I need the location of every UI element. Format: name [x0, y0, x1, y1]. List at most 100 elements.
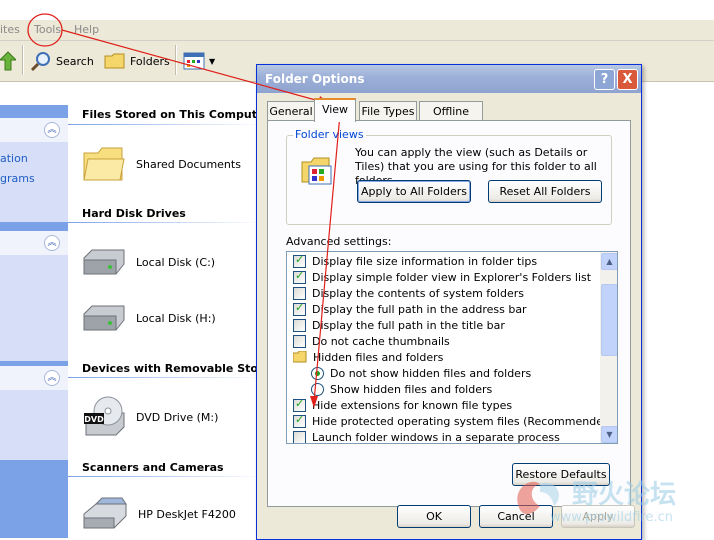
local-disk-c-item[interactable]: Local Disk (C:) [82, 248, 215, 276]
folder-views-label: Folder views [293, 128, 366, 141]
section-hard-disk: Hard Disk Drives [82, 207, 186, 220]
dvd-drive-label: DVD Drive (M:) [136, 410, 219, 424]
printer-label: HP DeskJet F4200 [138, 507, 236, 521]
setting-row[interactable]: Do not show hidden files and folders [311, 365, 617, 381]
up-folder-icon [0, 51, 16, 71]
folder-views-icon [301, 157, 332, 185]
menu-favorites[interactable]: ites [0, 23, 20, 36]
views-button[interactable]: ▼ [183, 49, 215, 73]
apply-to-all-folders-button[interactable]: Apply to All Folders [357, 180, 471, 203]
checkbox[interactable] [293, 430, 306, 443]
checkbox[interactable] [293, 318, 306, 332]
local-disk-c-label: Local Disk (C:) [136, 255, 216, 269]
printer-item[interactable]: HP DeskJet F4200 [82, 496, 236, 532]
setting-row[interactable]: Display simple folder view in Explorer's… [293, 269, 603, 285]
setting-row[interactable]: Display the contents of system folders [293, 285, 603, 301]
radio-button[interactable] [311, 382, 324, 396]
setting-label: Hidden files and folders [313, 350, 444, 364]
task-pane-box [0, 255, 68, 361]
folder-icon [293, 351, 307, 363]
section-files-stored: Files Stored on This Computer [82, 108, 270, 121]
checkbox[interactable] [293, 301, 306, 316]
setting-label: Display file size information in folder … [312, 254, 538, 268]
section-removable: Devices with Removable Storag [82, 362, 279, 375]
setting-row[interactable]: Display the full path in the title bar [293, 317, 603, 333]
dialog-title: Folder Options [265, 72, 365, 86]
setting-label: Display the full path in the address bar [312, 302, 527, 316]
search-button[interactable]: Search [30, 49, 94, 73]
checkbox[interactable] [293, 397, 306, 412]
task-pane: ︽ ation grams ︽ ︽ [0, 105, 68, 538]
tab-offline-files[interactable]: Offline Files [419, 101, 483, 137]
checkbox[interactable] [293, 286, 306, 300]
setting-row[interactable]: Display file size information in folder … [293, 253, 603, 269]
radio-button[interactable] [311, 366, 324, 380]
scanner-icon [83, 497, 127, 529]
scrollbar-thumb[interactable] [601, 284, 617, 356]
chevron-down-icon: ▼ [209, 56, 216, 66]
advanced-settings-label: Advanced settings: [286, 235, 392, 248]
setting-row[interactable]: Hidden files and folders [293, 349, 603, 365]
tab-general[interactable]: General [267, 101, 315, 121]
task-pane-box: ation grams [0, 142, 68, 222]
views-icon [183, 52, 205, 70]
dvd-drive-item[interactable]: DVD DVD Drive (M:) [82, 395, 218, 439]
folder-options-dialog: Folder Options ? X General View File Typ… [256, 64, 642, 540]
shared-documents-item[interactable]: Shared Documents [82, 145, 241, 183]
task-pane-header[interactable]: ︽ [0, 366, 68, 390]
checkbox[interactable] [293, 413, 306, 428]
task-pane-header[interactable]: ︽ [0, 118, 68, 142]
tab-view[interactable]: View [314, 98, 356, 122]
section-scanners: Scanners and Cameras [82, 461, 224, 474]
folders-button[interactable]: Folders [104, 49, 170, 73]
setting-label: Display the contents of system folders [312, 286, 524, 300]
setting-row[interactable]: Do not cache thumbnails [293, 333, 603, 349]
dialog-titlebar[interactable]: Folder Options ? X [257, 65, 641, 93]
close-button[interactable]: X [617, 69, 638, 90]
local-disk-h-item[interactable]: Local Disk (H:) [82, 304, 216, 332]
checkbox[interactable] [293, 253, 306, 268]
task-pane-box [0, 390, 68, 460]
hard-drive-icon [83, 305, 125, 331]
dvd-badge: DVD [84, 415, 104, 424]
setting-label: Hide extensions for known file types [312, 398, 513, 412]
hard-drive-icon [83, 249, 125, 275]
setting-label: Hide protected operating system files (R… [312, 414, 615, 428]
scroll-up-icon[interactable]: ▲ [601, 253, 617, 270]
task-link[interactable]: grams [0, 172, 35, 185]
setting-row[interactable]: Show hidden files and folders [311, 381, 617, 397]
setting-label: Display the full path in the title bar [312, 318, 505, 332]
task-pane-header[interactable]: ︽ [0, 231, 68, 255]
setting-row[interactable]: Hide protected operating system files (R… [293, 413, 614, 429]
up-button[interactable] [0, 49, 16, 73]
folder-icon [83, 147, 125, 181]
search-label: Search [56, 54, 94, 68]
setting-row[interactable]: Display the full path in the address bar [293, 301, 603, 317]
advanced-settings-list: Display file size information in folder … [286, 251, 618, 444]
shared-documents-label: Shared Documents [136, 157, 241, 171]
help-button[interactable]: ? [594, 69, 615, 90]
search-icon [30, 52, 50, 72]
menu-help[interactable]: Help [74, 23, 99, 36]
setting-row[interactable]: Launch folder windows in a separate proc… [293, 429, 603, 444]
setting-row[interactable]: Hide extensions for known file types [293, 397, 603, 413]
scroll-down-icon[interactable]: ▼ [601, 426, 617, 443]
ok-button[interactable]: OK [397, 505, 471, 528]
collapse-icon[interactable]: ︽ [44, 370, 60, 386]
collapse-icon[interactable]: ︽ [44, 122, 60, 138]
checkbox[interactable] [293, 334, 306, 348]
tab-file-types[interactable]: File Types [359, 101, 417, 121]
setting-label: Do not cache thumbnails [312, 334, 450, 348]
menu-bar: ites Tools Help [0, 20, 714, 41]
checkbox[interactable] [293, 269, 306, 284]
menu-tools[interactable]: Tools [34, 23, 61, 36]
setting-label: Do not show hidden files and folders [330, 366, 532, 380]
task-link[interactable]: ation [0, 152, 28, 165]
setting-label: Display simple folder view in Explorer's… [312, 270, 592, 284]
setting-label: Launch folder windows in a separate proc… [312, 430, 560, 444]
advanced-settings-scrollbar[interactable]: ▲ ▼ [600, 252, 617, 443]
collapse-icon[interactable]: ︽ [44, 235, 60, 251]
folders-label: Folders [130, 54, 170, 68]
watermark-text: 野火论坛 [572, 480, 677, 510]
reset-all-folders-button[interactable]: Reset All Folders [488, 180, 602, 203]
